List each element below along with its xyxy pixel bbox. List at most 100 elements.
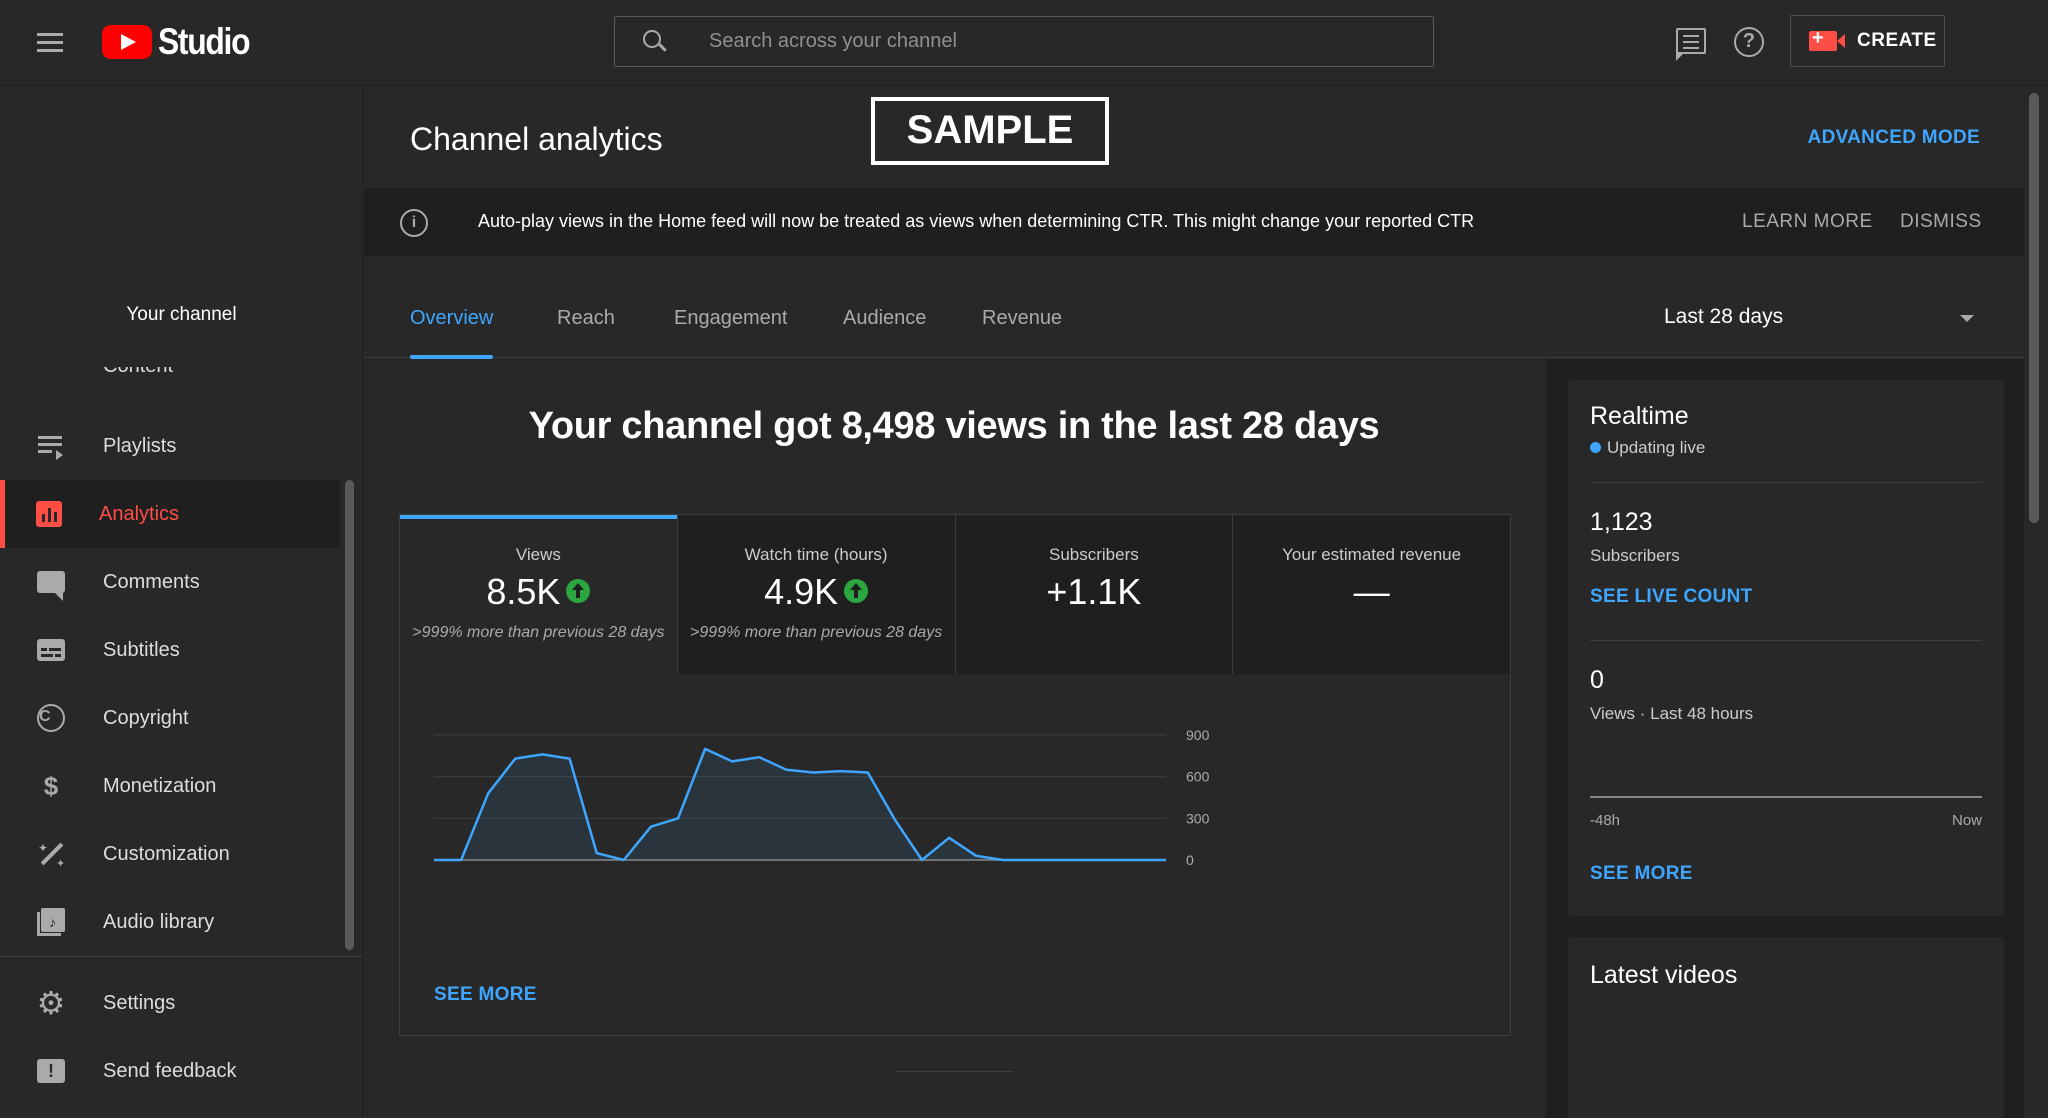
dollar-icon: $ <box>43 770 59 801</box>
create-video-icon <box>1809 27 1845 51</box>
views-chart[interactable]: 900 600 300 0 <box>400 675 1510 975</box>
axis-end-label: Now <box>1951 812 1982 829</box>
divider <box>1590 482 1982 483</box>
info-banner: i Auto-play views in the Home feed will … <box>364 188 2024 256</box>
sidebar-item-send-feedback[interactable]: ! Send feedback <box>0 1037 340 1105</box>
sidebar-item-audio-library[interactable]: ♪ Audio library <box>0 888 340 956</box>
sidebar-item-label: Audio library <box>103 910 215 933</box>
sidebar-item-label: Monetization <box>103 774 217 797</box>
magic-wand-icon: ✦ ✦ <box>38 841 66 870</box>
sidebar-item-label: Copyright <box>103 706 189 729</box>
realtime-views-label: Views · Last 48 hours <box>1590 704 1754 723</box>
search-icon[interactable] <box>615 16 669 67</box>
tab-reach[interactable]: Reach <box>557 307 615 358</box>
sidebar-item-analytics[interactable]: Analytics <box>0 480 340 548</box>
latest-videos-card: Latest videos <box>1568 937 2004 1118</box>
sidebar-item-customization[interactable]: ✦ ✦ Customization <box>0 820 340 888</box>
y-tick-label: 900 <box>1186 727 1210 743</box>
sidebar-item-label: Analytics <box>99 502 180 525</box>
sidebar-item-settings[interactable]: ⚙ Settings <box>0 969 340 1037</box>
realtime-see-more-button[interactable]: SEE MORE <box>1590 863 1693 885</box>
sidebar-item-comments[interactable]: Comments <box>0 548 340 616</box>
your-channel-label[interactable]: Your channel <box>0 304 362 326</box>
sidebar-item-label: Settings <box>103 991 176 1014</box>
main-content: Channel analytics SAMPLE ADVANCED MODE i… <box>364 87 2024 1118</box>
youtube-play-icon <box>102 25 152 59</box>
sidebar-item-label: Subtitles <box>103 638 180 661</box>
main-scrollbar[interactable] <box>2029 93 2039 523</box>
sidebar-item-label: Content <box>103 367 173 378</box>
logo-text: Studio <box>158 21 251 62</box>
y-tick-label: 300 <box>1186 810 1210 826</box>
metric-value: +1.1K <box>1046 571 1142 612</box>
caret-down-icon <box>1960 315 1974 322</box>
realtime-chart-axis <box>1590 796 1982 798</box>
dismiss-button[interactable]: DISMISS <box>1900 211 1982 233</box>
playlist-icon <box>36 431 66 461</box>
metric-label: Your estimated revenue <box>1282 545 1462 564</box>
youtube-studio-logo[interactable]: Studio <box>102 21 264 62</box>
metric-value: 8.5K <box>486 571 561 612</box>
info-icon: i <box>400 209 428 237</box>
realtime-subscribers-value: 1,123 <box>1590 508 1653 536</box>
top-bar: Studio ? CREATE <box>0 0 2048 86</box>
sidebar-item-label: Playlists <box>103 434 177 457</box>
sidebar-item-subtitles[interactable]: Subtitles <box>0 616 340 684</box>
y-tick-label: 600 <box>1186 769 1210 785</box>
sidebar-item-label: Send feedback <box>103 1059 237 1082</box>
views-area <box>434 748 1166 860</box>
menu-icon[interactable] <box>34 28 68 58</box>
overview-headline: Your channel got 8,498 views in the last… <box>528 405 1380 447</box>
right-column: Realtime Updating live 1,123 Subscribers… <box>1546 359 2024 1118</box>
metric-label: Views <box>515 545 561 564</box>
metric-estimated-revenue[interactable]: Your estimated revenue — <box>1233 515 1510 674</box>
overview-panel: Your channel got 8,498 views in the last… <box>364 359 1544 1118</box>
create-label: CREATE <box>1857 30 1937 51</box>
sidebar-item-label: Customization <box>103 842 230 865</box>
create-button[interactable]: CREATE <box>1790 15 1945 67</box>
y-tick-label: 0 <box>1186 852 1194 868</box>
realtime-title: Realtime <box>1590 402 1689 430</box>
sidebar-item-content[interactable]: Content <box>0 367 340 389</box>
see-live-count-button[interactable]: SEE LIVE COUNT <box>1590 586 1753 608</box>
sidebar-divider <box>0 956 362 957</box>
comments-icon <box>36 567 66 601</box>
divider <box>1590 640 1982 641</box>
sidebar-item-copyright[interactable]: C Copyright <box>0 684 340 752</box>
sidebar-item-playlists[interactable]: Playlists <box>0 412 340 480</box>
sidebar-item-label: Comments <box>103 570 200 593</box>
realtime-views-value: 0 <box>1590 666 1604 694</box>
sidebar-item-monetization[interactable]: $ Monetization <box>0 752 340 820</box>
see-more-button[interactable]: SEE MORE <box>434 984 537 1006</box>
realtime-subscribers-label: Subscribers <box>1590 546 1680 565</box>
copyright-icon: C <box>36 703 66 733</box>
tab-engagement[interactable]: Engagement <box>674 307 787 358</box>
metric-tabs: Views 8.5K >999% more than previous 28 d… <box>400 515 1510 674</box>
metric-value: 4.9K <box>764 571 839 612</box>
sidebar-scrollbar[interactable] <box>345 480 354 950</box>
trend-up-icon <box>566 579 591 604</box>
metric-subscribers[interactable]: Subscribers +1.1K <box>955 515 1234 674</box>
page-title: Channel analytics <box>410 121 663 157</box>
metric-note: >999% more than previous 28 days <box>690 624 943 641</box>
tab-overview[interactable]: Overview <box>410 307 494 359</box>
advanced-mode-button[interactable]: ADVANCED MODE <box>1808 127 1980 149</box>
messages-icon[interactable] <box>1676 28 1706 61</box>
latest-videos-title: Latest videos <box>1590 961 1738 989</box>
help-icon[interactable]: ? <box>1734 27 1764 57</box>
metric-views[interactable]: Views 8.5K >999% more than previous 28 d… <box>400 515 678 674</box>
banner-text: Auto-play views in the Home feed will no… <box>478 211 1475 231</box>
gear-icon: ⚙ <box>36 985 66 1021</box>
date-range-select[interactable]: Last 28 days <box>1664 305 1974 345</box>
audio-library-icon: ♪ <box>36 907 66 937</box>
metric-watch-time[interactable]: Watch time (hours) 4.9K >999% more than … <box>677 515 956 674</box>
search-box[interactable] <box>614 16 1434 67</box>
sidebar: Your channel Content Playlists Analytics… <box>0 87 363 1118</box>
search-input[interactable] <box>709 30 1409 53</box>
tab-audience[interactable]: Audience <box>843 307 926 358</box>
feedback-icon: ! <box>36 1056 66 1086</box>
tab-revenue[interactable]: Revenue <box>982 307 1062 358</box>
trend-up-icon <box>844 579 869 604</box>
learn-more-button[interactable]: LEARN MORE <box>1742 211 1873 233</box>
metric-value-row: 8.5K <box>400 571 677 613</box>
